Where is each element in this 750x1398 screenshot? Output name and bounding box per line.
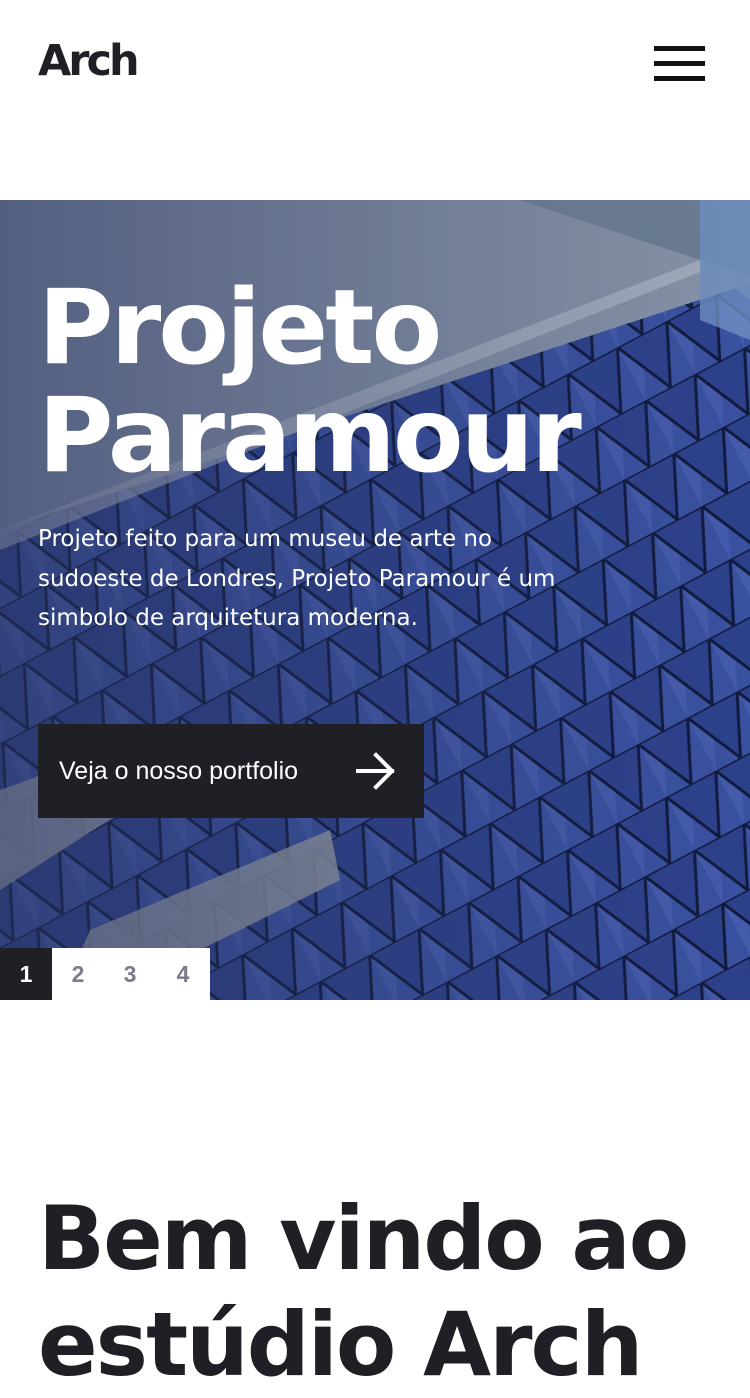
arrow-right-icon (356, 752, 395, 790)
menu-bar (654, 61, 705, 66)
portfolio-button-label: Veja o nosso portfolio (59, 757, 299, 785)
page-button-3[interactable]: 3 (104, 948, 156, 1000)
hero-title-line2: Paramour (38, 376, 582, 496)
portfolio-button[interactable]: Veja o nosso portfolio (38, 724, 424, 818)
hamburger-menu-icon[interactable] (654, 46, 705, 82)
hero-title-line1: Projeto (38, 268, 442, 388)
page-button-1[interactable]: 1 (0, 948, 52, 1000)
slide-pagination: 1 2 3 4 (0, 948, 210, 1000)
logo[interactable]: Arch (38, 40, 140, 83)
page-button-2[interactable]: 2 (52, 948, 104, 1000)
menu-bar (654, 46, 705, 51)
hero-section: Projeto Paramour Projeto feito para um m… (0, 200, 750, 1000)
hero-title: Projeto Paramour (38, 268, 582, 496)
welcome-line1: Bem vindo ao (38, 1187, 689, 1290)
site-header: Arch (0, 0, 750, 200)
welcome-heading: Bem vindo ao estúdio Arch (38, 1186, 738, 1398)
page-button-4[interactable]: 4 (157, 948, 209, 1000)
menu-bar (654, 76, 705, 81)
welcome-line2: estúdio Arch (38, 1293, 643, 1396)
hero-description: Projeto feito para um museu de arte no s… (38, 526, 556, 631)
